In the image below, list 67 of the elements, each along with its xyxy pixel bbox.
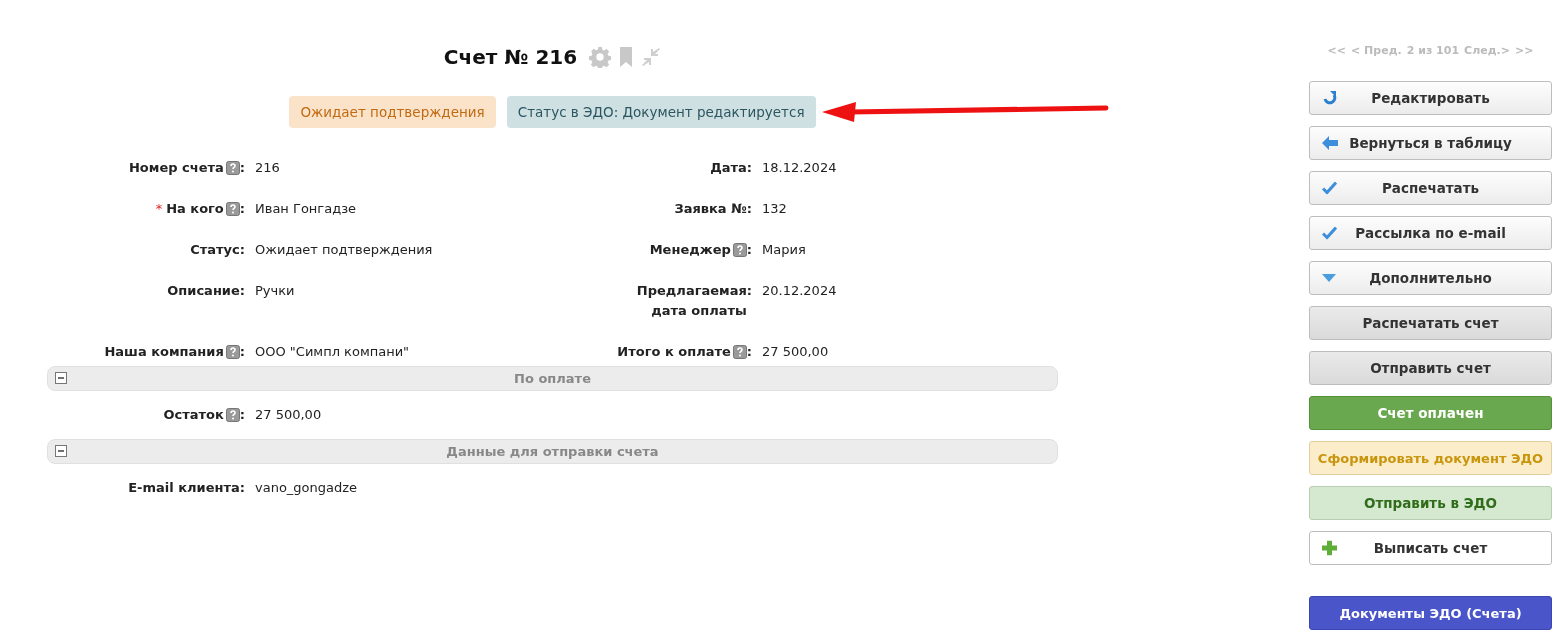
help-icon[interactable] — [225, 345, 240, 359]
action-button[interactable]: Документы ЭДО (Счета) — [1309, 596, 1552, 630]
field-value: 27 500,00 — [762, 343, 830, 361]
field-value: Ручки — [255, 282, 296, 300]
action-button[interactable]: Отправить счет — [1309, 351, 1552, 385]
page-counter: 2 из 101 — [1406, 44, 1460, 57]
help-icon[interactable] — [732, 345, 747, 359]
label-colon: : — [239, 200, 245, 218]
field-label: Итого к оплате — [617, 343, 731, 361]
check-icon — [1322, 226, 1337, 240]
action-button[interactable]: Выписать счет — [1309, 531, 1552, 565]
status-badge: Статус в ЭДО: Документ редактируется — [506, 96, 816, 128]
help-icon[interactable] — [225, 161, 240, 175]
field-label: Статус — [190, 241, 240, 259]
section-title: Данные для отправки счета — [446, 444, 659, 459]
field-label: На кого — [166, 200, 224, 218]
collapse-icon[interactable] — [55, 445, 67, 457]
label-colon: : — [746, 282, 752, 300]
action-button[interactable]: Редактировать — [1309, 81, 1552, 115]
label-colon: : — [746, 241, 752, 259]
action-button[interactable]: Отправить в ЭДО — [1309, 486, 1552, 520]
action-button[interactable]: Вернуться в таблицу — [1309, 126, 1552, 160]
field-value: Мария — [762, 241, 807, 259]
plus-icon — [1322, 540, 1337, 556]
caret-icon — [1322, 274, 1336, 282]
refresh-icon — [1322, 90, 1338, 106]
field-value: 18.12.2024 — [762, 159, 838, 177]
action-button[interactable]: Распечатать — [1309, 171, 1552, 205]
collapse-icon[interactable] — [55, 372, 67, 384]
help-icon[interactable] — [225, 202, 240, 216]
label-colon: : — [239, 282, 245, 300]
field-label: Описание — [167, 282, 240, 300]
label-colon: : — [746, 200, 752, 218]
action-button[interactable]: Дополнительно — [1309, 261, 1552, 295]
label-colon: : — [239, 241, 245, 259]
field-label: Остаток — [163, 406, 224, 424]
action-button[interactable]: Распечатать счет — [1309, 306, 1552, 340]
label-colon: : — [746, 159, 752, 177]
label-colon: : — [239, 343, 245, 361]
label-colon: : — [239, 406, 245, 424]
field-label: Наша компания — [104, 343, 224, 361]
help-icon[interactable] — [732, 243, 747, 257]
section-title: По оплате — [514, 371, 591, 386]
help-icon[interactable] — [225, 408, 240, 422]
field-value: 20.12.2024 — [762, 282, 838, 300]
field-value: Ожидает подтверждения — [255, 241, 434, 259]
status-badge: Ожидает подтверждения — [289, 96, 496, 128]
label-colon: : — [746, 343, 752, 361]
label-colon: : — [239, 159, 245, 177]
field-label: E-mail клиента — [128, 479, 240, 497]
field-value: 132 — [762, 200, 788, 218]
field-label: Менеджер — [649, 241, 731, 259]
field-value: Иван Гонгадзе — [255, 200, 358, 218]
required-mark: * — [155, 200, 163, 218]
label-colon: : — [239, 479, 245, 497]
field-label: Номер счета — [128, 159, 224, 177]
check-icon — [1322, 181, 1337, 195]
field-label: Предлагаемая дата оплаты — [635, 282, 747, 320]
action-button[interactable]: Рассылка по e-mail — [1309, 216, 1552, 250]
page-title: Счет № 216 — [443, 45, 578, 69]
field-label: Заявка № — [674, 200, 747, 218]
field-value: ООО "Симпл компани" — [255, 343, 411, 361]
field-value: 216 — [255, 159, 281, 177]
field-value: 27 500,00 — [255, 406, 323, 424]
field-value: vano_gongadze — [255, 479, 359, 497]
arrow-left-icon — [1322, 136, 1338, 150]
field-label: Дата — [710, 159, 747, 177]
